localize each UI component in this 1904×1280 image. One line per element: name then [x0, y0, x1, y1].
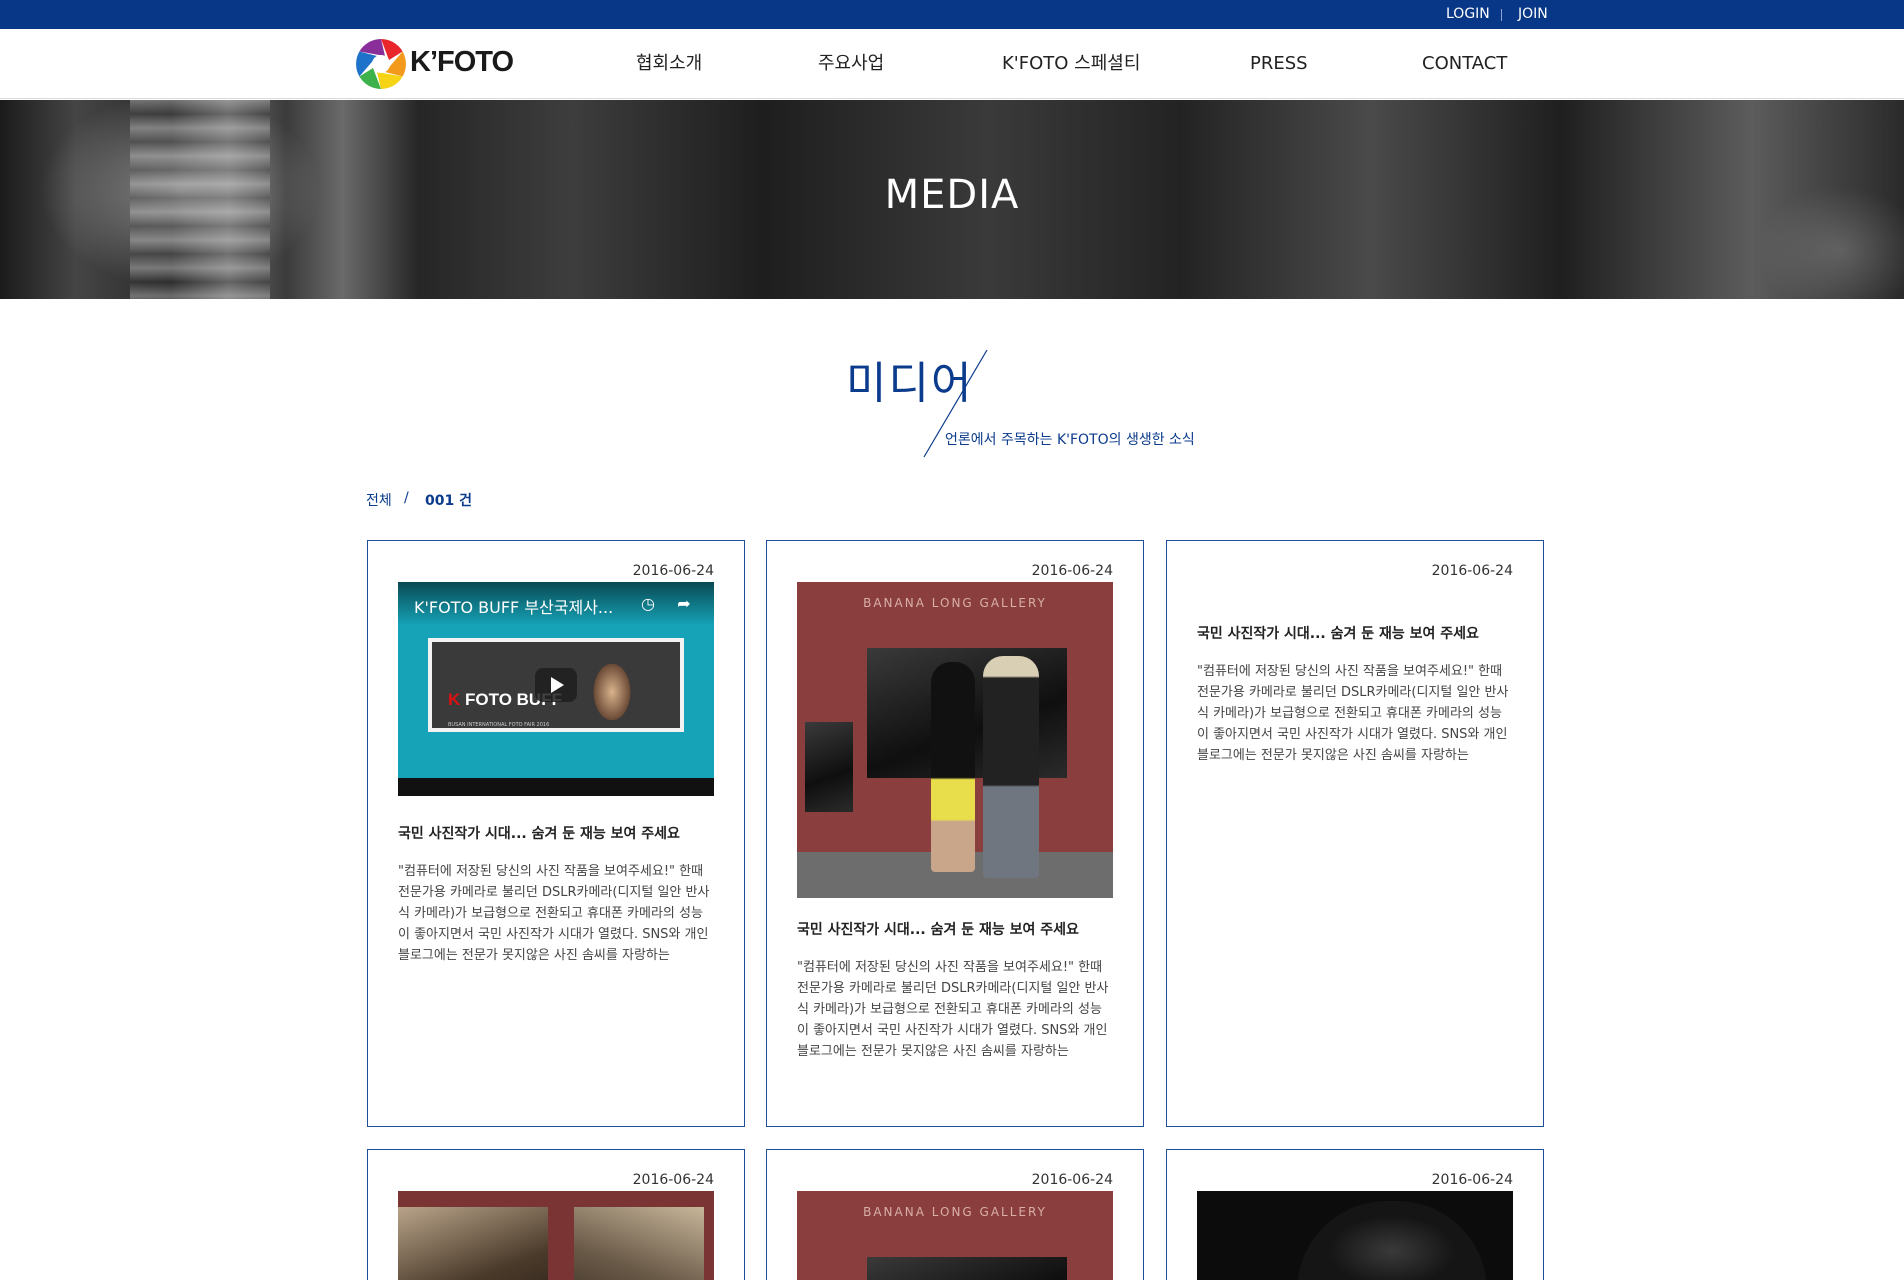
card-excerpt: "컴퓨터에 저장된 당신의 사진 작품을 보여주세요!" 한때 전문가용 카메라…	[797, 960, 1109, 1059]
artwork-photo	[574, 1207, 704, 1280]
watch-later-icon[interactable]: ◷	[638, 594, 658, 614]
poster-figure	[582, 642, 642, 728]
site-header: K’FOTO 협회소개 주요사업 K'FOTO 스페셜티 PRESS CONTA…	[0, 29, 1904, 99]
card-date: 2016-06-24	[1431, 1172, 1513, 1188]
filter-all-link[interactable]: 전체	[366, 490, 392, 510]
media-card[interactable]: 2016-06-24	[367, 1149, 745, 1280]
portrait-thumbnail[interactable]	[1197, 1191, 1513, 1280]
logo-text: K’FOTO	[410, 46, 514, 78]
card-excerpt: "컴퓨터에 저장된 당신의 사진 작품을 보여주세요!" 한때 전문가용 카메라…	[398, 864, 710, 963]
card-title[interactable]: 국민 사진작가 시대... 숨겨 둔 재능 보여 주세요	[797, 919, 1113, 939]
poster-subtitle: BUSAN INTERNATIONAL FOTO FAIR 2016	[448, 722, 550, 728]
nav-item-specialty[interactable]: K'FOTO 스페셜티	[1002, 29, 1140, 99]
hero-title: MEDIA	[884, 172, 1020, 218]
card-date: 2016-06-24	[632, 563, 714, 579]
media-card[interactable]: 2016-06-24 BANANA LONG GALLERY	[766, 1149, 1144, 1280]
gallery-sign: BANANA LONG GALLERY	[863, 1205, 1047, 1219]
nav-item-press[interactable]: PRESS	[1250, 29, 1308, 99]
play-button-icon[interactable]	[535, 668, 577, 702]
media-card[interactable]: 2016-06-24 K'FOTO BUFF 부산국제사... ◷ ➦ K FO…	[367, 540, 745, 1127]
exhibited-photo	[867, 1257, 1067, 1280]
login-link[interactable]: LOGIN	[1446, 0, 1490, 29]
video-title: K'FOTO BUFF 부산국제사...	[414, 598, 614, 617]
logo[interactable]: K’FOTO	[355, 36, 515, 92]
card-date: 2016-06-24	[1031, 1172, 1113, 1188]
video-letterbox	[398, 778, 714, 796]
media-card[interactable]: 2016-06-24	[1166, 1149, 1544, 1280]
visitor-figure	[983, 656, 1039, 878]
card-date: 2016-06-24	[632, 1172, 714, 1188]
result-count: 001 건	[425, 493, 472, 509]
exhibited-photo	[805, 722, 853, 812]
gallery-sign: BANANA LONG GALLERY	[863, 596, 1047, 610]
aperture-logo-icon	[356, 39, 406, 89]
card-date: 2016-06-24	[1431, 563, 1513, 579]
section-subtitle: 언론에서 주목하는 K'FOTO의 생생한 소식	[945, 432, 1195, 448]
card-excerpt: "컴퓨터에 저장된 당신의 사진 작품을 보여주세요!" 한때 전문가용 카메라…	[1197, 664, 1509, 763]
media-card[interactable]: 2016-06-24 BANANA LONG GALLERY 국민 사진작가 시…	[766, 540, 1144, 1127]
card-title[interactable]: 국민 사진작가 시대... 숨겨 둔 재능 보여 주세요	[398, 823, 714, 843]
nav-item-about[interactable]: 협회소개	[636, 29, 702, 99]
card-title[interactable]: 국민 사진작가 시대... 숨겨 둔 재능 보여 주세요	[1197, 623, 1513, 643]
portrait-hat	[1297, 1201, 1487, 1280]
nav-item-contact[interactable]: CONTACT	[1422, 29, 1507, 99]
join-link[interactable]: JOIN	[1518, 0, 1548, 29]
video-thumbnail[interactable]: K'FOTO BUFF 부산국제사... ◷ ➦ K FOTO BUFF BUS…	[398, 582, 714, 796]
artwork-thumbnail[interactable]	[398, 1191, 714, 1280]
util-divider	[1501, 9, 1502, 21]
gallery-thumbnail[interactable]: BANANA LONG GALLERY	[797, 582, 1113, 898]
artwork-photo	[398, 1207, 548, 1280]
share-icon[interactable]: ➦	[674, 594, 694, 614]
visitor-figure	[931, 662, 975, 872]
card-date: 2016-06-24	[1031, 563, 1113, 579]
breadcrumb-separator: /	[404, 490, 409, 506]
hero-banner: MEDIA	[0, 100, 1904, 299]
gallery-thumbnail[interactable]: BANANA LONG GALLERY	[797, 1191, 1113, 1280]
nav-item-business[interactable]: 주요사업	[818, 29, 884, 99]
media-card[interactable]: 2016-06-24 국민 사진작가 시대... 숨겨 둔 재능 보여 주세요 …	[1166, 540, 1544, 1127]
top-utility-bar: LOGIN JOIN	[0, 0, 1904, 29]
